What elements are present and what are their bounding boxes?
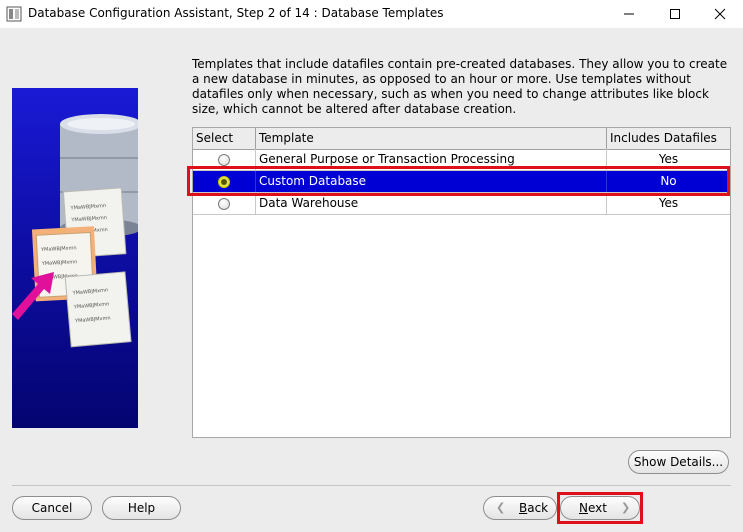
table-row[interactable]: Data Warehouse Yes [193,193,730,215]
select-cell [193,171,256,192]
close-icon [714,8,726,20]
includes-datafiles-value: Yes [658,152,679,166]
select-cell [193,193,256,214]
document-front: YMaWBJMxmn YMaWBJMxmn YMaWBJMxmn [64,271,132,348]
chevron-left-icon: ❮ [496,501,506,514]
cancel-button[interactable]: Cancel [12,496,92,520]
minimize-icon [624,13,634,15]
table-row[interactable]: General Purpose or Transaction Processin… [193,149,730,171]
window-title: Database Configuration Assistant, Step 2… [28,6,444,20]
radio-button[interactable] [218,154,230,166]
wizard-illustration: YMaWBJMxmn YMaWBJMxmn YMaWBJMxmn YMaWBJM… [12,88,138,428]
includes-datafiles-value: Yes [658,196,679,210]
help-button[interactable]: Help [102,496,181,520]
next-button[interactable]: Next ❯ [560,496,640,520]
column-header-includes-datafiles[interactable]: Includes Datafiles [607,128,730,149]
column-header-template[interactable]: Template [256,128,607,149]
template-name: Data Warehouse [256,193,607,214]
show-details-button[interactable]: Show Details... [628,450,729,474]
select-cell [193,149,256,170]
includes-datafiles-value: No [660,174,677,188]
radio-button[interactable] [218,176,230,188]
chevron-right-icon: ❯ [621,501,631,514]
database-documents-image: YMaWBJMxmn YMaWBJMxmn YMaWBJMxmn YMaWBJM… [12,114,138,348]
button-separator [12,485,731,486]
intro-text: Templates that include datafiles contain… [192,57,728,116]
template-name: General Purpose or Transaction Processin… [256,149,607,170]
maximize-button[interactable] [652,0,698,28]
next-label: Next [579,501,607,515]
maximize-icon [670,9,680,19]
close-button[interactable] [697,0,743,28]
radio-button[interactable] [218,198,230,210]
table-header: Select Template Includes Datafiles [193,128,730,150]
column-header-select[interactable]: Select [193,128,256,149]
table-row[interactable]: Custom Database No [193,171,730,193]
back-button[interactable]: ❮ Back [483,496,557,520]
back-label: Back [519,501,549,515]
title-bar: Database Configuration Assistant, Step 2… [0,0,743,28]
app-icon [6,6,22,22]
templates-table: Select Template Includes Datafiles Gener… [192,127,731,438]
template-name: Custom Database [256,171,607,192]
minimize-button[interactable] [606,0,652,28]
